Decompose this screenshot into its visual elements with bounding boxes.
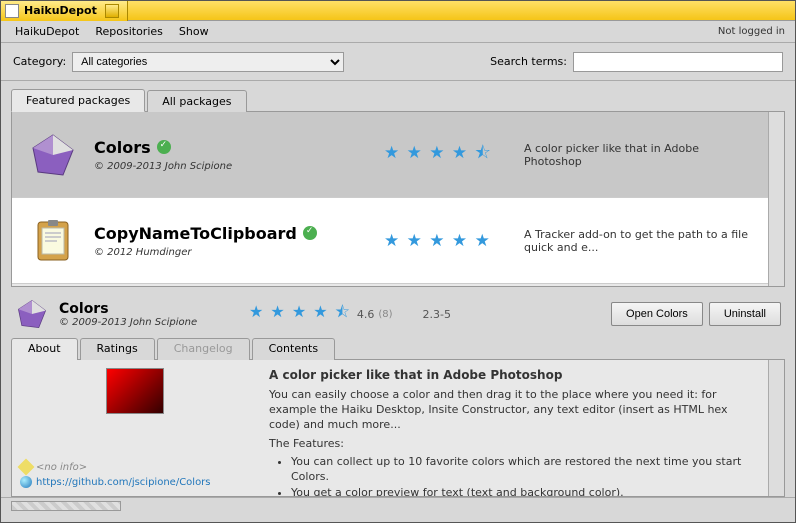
uninstall-button[interactable]: Uninstall bbox=[709, 302, 781, 326]
menu-repositories[interactable]: Repositories bbox=[87, 22, 171, 41]
detail-header: Colors © 2009-2013 John Scipione ★ ★ ★ ★… bbox=[1, 287, 795, 337]
window-tab[interactable]: HaikuDepot bbox=[1, 1, 128, 21]
homepage-link[interactable]: https://github.com/jscipione/Colors bbox=[36, 477, 211, 488]
about-panel: <no info> https://github.com/jscipione/C… bbox=[11, 359, 785, 497]
package-row[interactable]: CopyNameToClipboard © 2012 Humdinger ★ ★… bbox=[12, 198, 768, 284]
detail-copyright: © 2009-2013 John Scipione bbox=[59, 317, 249, 328]
app-icon bbox=[5, 4, 19, 18]
detail-tabstrip: About Ratings Changelog Contents bbox=[11, 337, 785, 359]
toolbar: Category: All categories Search terms: bbox=[1, 43, 795, 81]
progress-indicator bbox=[11, 501, 121, 511]
package-summary: A Tracker add-on to get the path to a fi… bbox=[524, 228, 752, 254]
tab-about[interactable]: About bbox=[11, 338, 78, 360]
verified-icon bbox=[157, 140, 171, 154]
package-rating-stars: ★ ★ ★ ★ ⯪ bbox=[384, 140, 524, 169]
window-title: HaikuDepot bbox=[24, 4, 97, 17]
menu-show[interactable]: Show bbox=[171, 22, 217, 41]
package-name: Colors bbox=[94, 138, 151, 157]
package-summary: A color picker like that in Adobe Photos… bbox=[524, 142, 752, 168]
menu-haikudepot[interactable]: HaikuDepot bbox=[7, 22, 87, 41]
package-rating-stars: ★ ★ ★ ★ ★ bbox=[384, 231, 524, 251]
features-list: You can collect up to 10 favorite colors… bbox=[291, 454, 756, 496]
search-input[interactable] bbox=[573, 52, 783, 72]
tab-changelog: Changelog bbox=[157, 338, 250, 360]
features-heading: The Features: bbox=[269, 437, 756, 450]
package-list: Colors © 2009-2013 John Scipione ★ ★ ★ ★… bbox=[11, 111, 785, 287]
login-status[interactable]: Not logged in bbox=[718, 26, 789, 37]
tab-all[interactable]: All packages bbox=[147, 90, 246, 112]
about-scrollbar[interactable] bbox=[768, 360, 784, 496]
open-button[interactable]: Open Colors bbox=[611, 302, 703, 326]
screenshot-thumbnail[interactable] bbox=[106, 368, 164, 414]
detail-version: 2.3-5 bbox=[423, 308, 451, 321]
list-tabstrip: Featured packages All packages bbox=[11, 87, 785, 111]
package-icon bbox=[28, 216, 78, 266]
feature-item: You get a color preview for text (text a… bbox=[291, 485, 756, 496]
category-label: Category: bbox=[13, 55, 66, 68]
about-description: You can easily choose a color and then d… bbox=[269, 388, 756, 433]
statusbar bbox=[1, 497, 795, 515]
list-scrollbar[interactable] bbox=[768, 112, 784, 286]
package-row[interactable]: Colors © 2009-2013 John Scipione ★ ★ ★ ★… bbox=[12, 112, 768, 198]
info-row: <no info> bbox=[20, 461, 249, 473]
package-name: CopyNameToClipboard bbox=[94, 224, 297, 243]
verified-icon bbox=[303, 226, 317, 240]
homepage-row[interactable]: https://github.com/jscipione/Colors bbox=[20, 476, 249, 488]
feature-item: You can collect up to 10 favorite colors… bbox=[291, 454, 756, 486]
detail-package-icon bbox=[15, 297, 49, 331]
menubar: HaikuDepot Repositories Show Not logged … bbox=[1, 21, 795, 43]
tab-ratings[interactable]: Ratings bbox=[80, 338, 155, 360]
detail-name: Colors bbox=[59, 301, 249, 317]
globe-icon bbox=[20, 476, 32, 488]
tag-icon bbox=[18, 459, 35, 476]
detail-rating-count: (8) bbox=[378, 309, 392, 320]
package-icon bbox=[28, 130, 78, 180]
category-select[interactable]: All categories bbox=[72, 52, 344, 72]
package-copyright: © 2009-2013 John Scipione bbox=[94, 161, 384, 172]
detail-stars: ★ ★ ★ ★ ⯪ bbox=[249, 301, 351, 328]
about-headline: A color picker like that in Adobe Photos… bbox=[269, 368, 756, 382]
window-control-icon[interactable] bbox=[105, 4, 119, 18]
search-label: Search terms: bbox=[490, 55, 567, 68]
tab-featured[interactable]: Featured packages bbox=[11, 89, 145, 112]
package-copyright: © 2012 Humdinger bbox=[94, 247, 384, 258]
window-titlebar: HaikuDepot bbox=[1, 1, 795, 21]
noinfo-text: <no info> bbox=[36, 462, 87, 473]
tab-contents[interactable]: Contents bbox=[252, 338, 335, 360]
detail-rating-number: 4.6 bbox=[357, 308, 375, 321]
